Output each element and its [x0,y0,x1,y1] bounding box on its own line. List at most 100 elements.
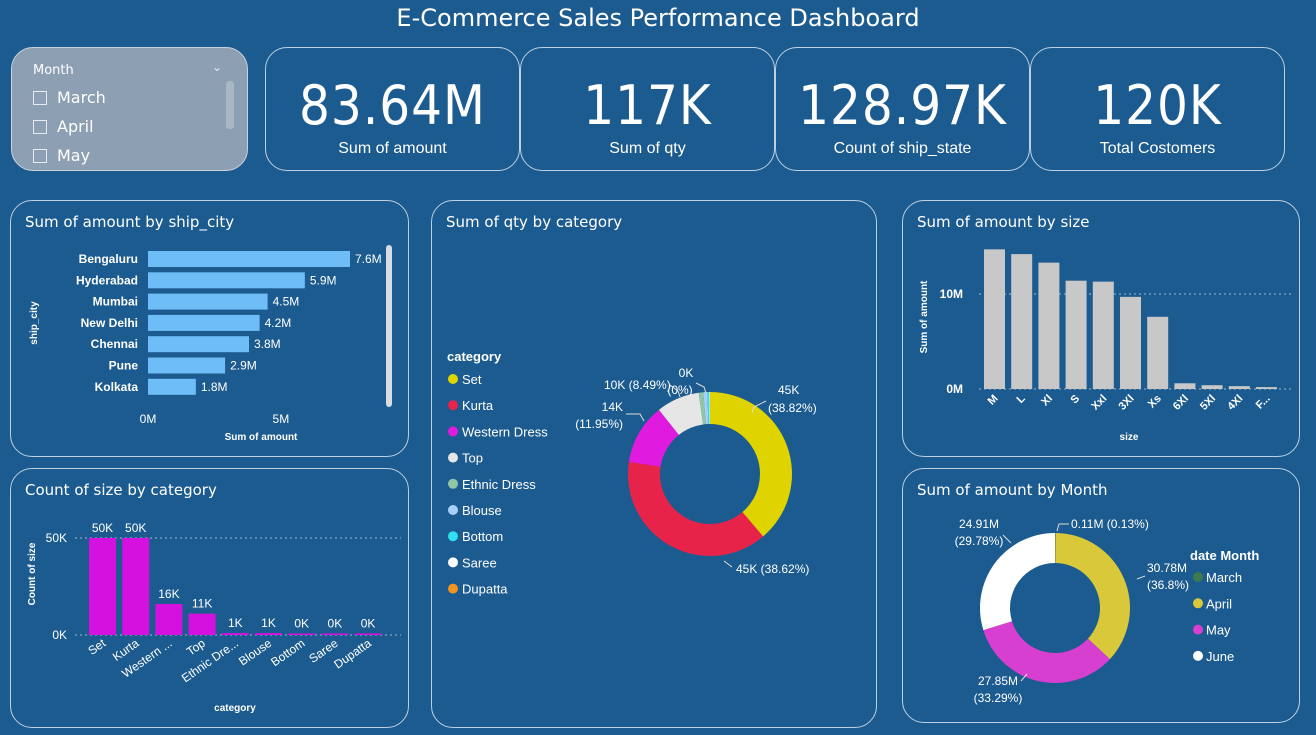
city-bar [148,378,196,395]
leader-line [1136,575,1146,580]
size-bar [1228,386,1250,389]
legend-label: Set [462,372,482,387]
slice-value-label: 24.91M [959,517,999,531]
x-axis-title: category [214,703,256,714]
kpi-card-ship-state: 128.97K Count of ship_state [775,47,1030,171]
leader-line [1056,523,1069,532]
qty-slice [628,461,764,556]
x-tick-label: Xl [1039,393,1055,409]
size-bar [1120,296,1141,389]
slice-label: 45K (38.62%) [736,562,809,576]
city-tick-label: New Delhi [81,316,138,330]
slicer-item-april[interactable]: April [33,117,94,136]
city-data-label: 4.2M [265,316,292,330]
leader-line [695,382,707,394]
legend-label: Blouse [462,503,502,518]
x-tick-label: 5Xl [1198,393,1218,413]
y-tick-label: 0M [946,382,963,396]
city-data-label: 2.9M [230,359,257,373]
qty-donut-chart: category Set Kurta Western Dress Top Ethnic D… [447,349,817,597]
y-axis-title: ship_city [29,301,40,345]
slicer-item-may[interactable]: May [33,146,90,165]
x-tick-label: 5M [273,412,290,426]
slice-label: 0.11M (0.13%) [1071,517,1149,531]
category-bar [288,633,316,635]
size-bar [1201,385,1223,389]
y-tick-label: 10M [940,287,963,301]
city-bar [148,272,305,289]
legend-marker [448,374,458,384]
category-data-label: 16K [158,587,179,601]
kpi-card-amount: 83.64M Sum of amount [265,47,520,171]
month-slicer[interactable]: Month ⌄ March April May [11,47,248,171]
category-data-label: 1K [261,616,276,630]
dashboard-title: E-Commerce Sales Performance Dashboard [396,4,920,32]
leader-line [626,413,645,422]
legend-marker [448,505,458,515]
slicer-item-label: May [57,146,91,165]
checkbox-icon[interactable] [33,119,47,134]
city-data-label: 4.5M [273,295,300,309]
kpi-value: 83.64M [299,74,486,137]
x-tick-label: Xs [1146,393,1164,411]
month-donut-chart: date Month March April May June 0.11M (0.13%)… [955,517,1260,705]
city-bar-chart: Bengaluru 7.6M Hyderabad 5.9M Mumbai 4.5M New … [29,245,392,443]
legend-label: June [1206,649,1234,664]
x-tick-label: Set [85,636,108,658]
qty-category-panel: Sum of qty by category category Set Kurta W… [431,200,877,728]
legend-title: date Month [1190,548,1259,563]
size-bar-chart: 0M 10M M L Xl S Xxl 3Xl Xs 6Xl 5Xl 4Xl F... size Sum o… [919,249,1293,443]
slice-value-label: 45K [778,383,799,397]
y-axis-title: Count of size [27,542,38,605]
size-bar [1147,316,1169,389]
legend-title: category [447,349,502,364]
y-tick-label: 50K [46,531,67,545]
city-bar [148,251,350,267]
size-bar [1256,387,1277,389]
chevron-down-icon[interactable]: ⌄ [212,60,222,74]
kpi-value: 117K [583,74,712,137]
city-bar [148,336,249,353]
x-tick-label: 4Xl [1225,393,1245,413]
slicer-item-label: April [57,117,94,136]
legend-marker [448,452,458,463]
kpi-label: Sum of amount [338,140,447,157]
city-data-label: 1.8M [201,380,228,394]
slice-percent-label: (33.29%) [974,691,1023,705]
city-bar [148,357,226,374]
category-data-label: 11K [192,597,212,611]
slicer-item-march[interactable]: March [33,88,106,107]
x-tick-label: Dupatta [331,636,374,672]
category-bar [89,538,116,635]
kpi-label: Sum of qty [609,140,686,157]
category-data-label: 50K [92,521,113,535]
checkbox-icon[interactable] [33,90,47,105]
x-tick-label: S [1069,393,1083,407]
legend-label: Ethnic Dress [462,477,536,492]
legend-marker [448,400,458,411]
category-data-label: 50K [125,521,146,535]
leader-line [723,560,733,568]
slicer-scrollbar[interactable] [226,81,234,129]
legend-marker [448,426,458,437]
legend-label: Saree [462,555,497,570]
city-tick-label: Mumbai [93,295,138,309]
category-data-label: 0K [328,617,343,631]
city-bar [148,293,268,310]
x-tick-label: M [986,393,1001,408]
city-tick-label: Pune [109,359,139,373]
category-data-label: 0K [294,617,309,631]
category-bar [122,538,150,635]
checkbox-icon[interactable] [33,148,47,163]
city-bar [148,314,260,331]
slice-percent-label: (36.8%) [1147,578,1189,592]
legend-marker [1193,572,1203,582]
legend-label: Bottom [462,529,503,544]
kpi-card-customers: 120K Total Costomers [1030,47,1285,171]
kpi-label: Total Costomers [1099,140,1216,157]
city-tick-label: Chennai [91,337,138,351]
legend-marker [448,583,458,594]
slice-value-label: 30.78M [1147,561,1187,575]
legend-label: Top [462,451,483,466]
slice-percent-label: (11.95%) [575,417,623,431]
